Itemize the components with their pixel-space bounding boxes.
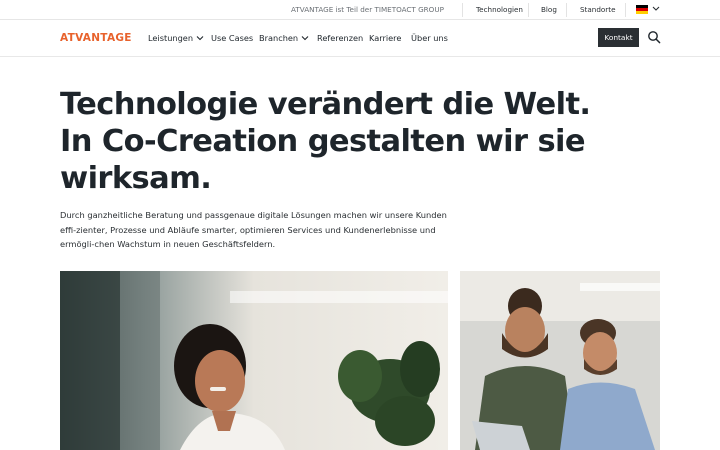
nav-item-label: Use Cases xyxy=(211,33,254,43)
topbar-link-blog[interactable]: Blog xyxy=(541,5,557,14)
divider xyxy=(566,3,567,17)
topbar-link-standorte[interactable]: Standorte xyxy=(580,5,616,14)
nav-item-karriere[interactable]: Karriere xyxy=(369,33,401,43)
chevron-down-icon[interactable] xyxy=(652,4,660,14)
nav-item-branchen[interactable]: Branchen xyxy=(259,33,309,43)
chevron-down-icon xyxy=(196,36,204,41)
hero-image-woman xyxy=(60,271,448,450)
german-flag-icon[interactable] xyxy=(636,5,648,14)
chevron-down-icon xyxy=(301,36,309,41)
hero-image-team xyxy=(460,271,660,450)
nav-item-use-cases[interactable]: Use Cases xyxy=(211,33,253,43)
topbar-link-technologien[interactable]: Technologien xyxy=(476,5,523,14)
hero-description: Durch ganzheitliche Beratung und passgen… xyxy=(60,210,447,249)
group-note: ATVANTAGE ist Teil der TIMETOACT GROUP xyxy=(291,5,444,14)
divider xyxy=(625,3,626,17)
nav-item-leistungen[interactable]: Leistungen xyxy=(148,33,204,43)
logo[interactable]: ATVANTAGE xyxy=(60,32,132,44)
divider xyxy=(528,3,529,17)
main-navigation: ATVANTAGE Leistungen Use Cases Branchen … xyxy=(0,20,720,57)
contact-button[interactable]: Kontakt xyxy=(598,28,639,47)
nav-item-label: Karriere xyxy=(369,33,402,43)
nav-item-label: Branchen xyxy=(259,33,299,43)
nav-item-label: Leistungen xyxy=(148,33,194,43)
nav-item-label: Referenzen xyxy=(317,33,364,43)
hero-title: Technologie verändert die Welt. In Co-Cr… xyxy=(60,87,591,196)
nav-item-referenzen[interactable]: Referenzen xyxy=(317,33,363,43)
nav-item-ueber-uns[interactable]: Über uns xyxy=(411,33,448,43)
top-bar: ATVANTAGE ist Teil der TIMETOACT GROUP T… xyxy=(0,0,720,20)
divider xyxy=(462,3,463,17)
nav-item-label: Über uns xyxy=(411,33,448,43)
search-icon[interactable] xyxy=(647,30,661,44)
